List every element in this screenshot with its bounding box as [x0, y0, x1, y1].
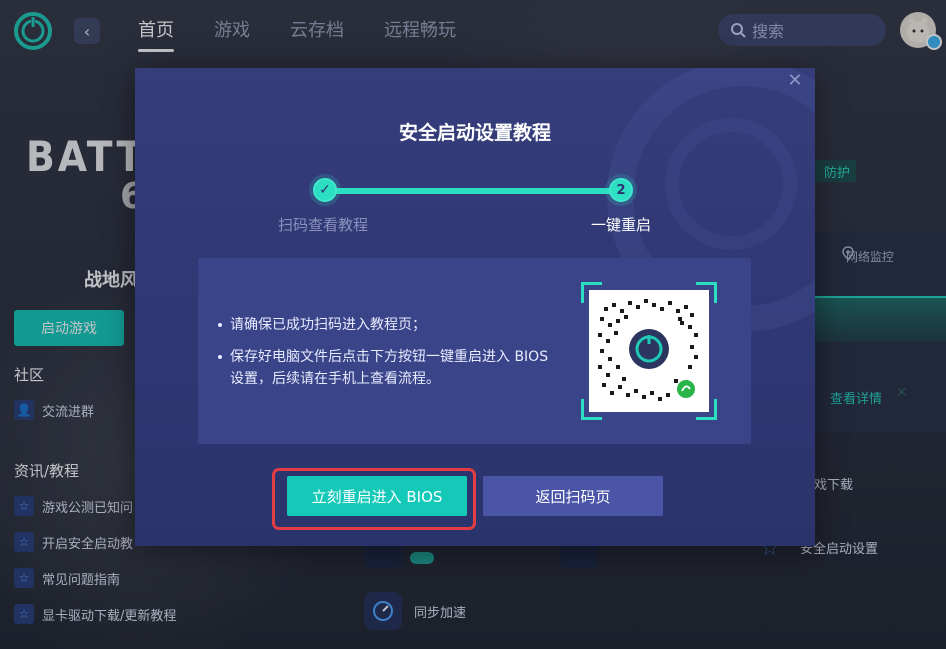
- close-icon[interactable]: ✕: [785, 70, 805, 91]
- instruction-item: 保存好电脑文件后点击下方按钮一键重启进入 BIOS 设置，后续请在手机上查看流程…: [218, 346, 550, 390]
- qr-code-frame: [581, 282, 717, 420]
- dialog-title: 安全启动设置教程: [398, 122, 551, 144]
- highlight-frame: [272, 468, 476, 530]
- step-2-label: 一键重启: [591, 216, 652, 234]
- instruction-item: 请确保已成功扫码进入教程页；: [218, 314, 550, 336]
- progress-line: [325, 188, 625, 194]
- step-2-marker: 2: [609, 178, 633, 202]
- qr-code-icon: [589, 290, 709, 412]
- step-1-check-icon: ✓: [313, 178, 337, 202]
- instructions-panel: 请确保已成功扫码进入教程页； 保存好电脑文件后点击下方按钮一键重启进入 BIOS…: [198, 258, 751, 444]
- step-1-label: 扫码查看教程: [278, 216, 369, 234]
- back-to-scan-button[interactable]: 返回扫码页: [483, 476, 663, 516]
